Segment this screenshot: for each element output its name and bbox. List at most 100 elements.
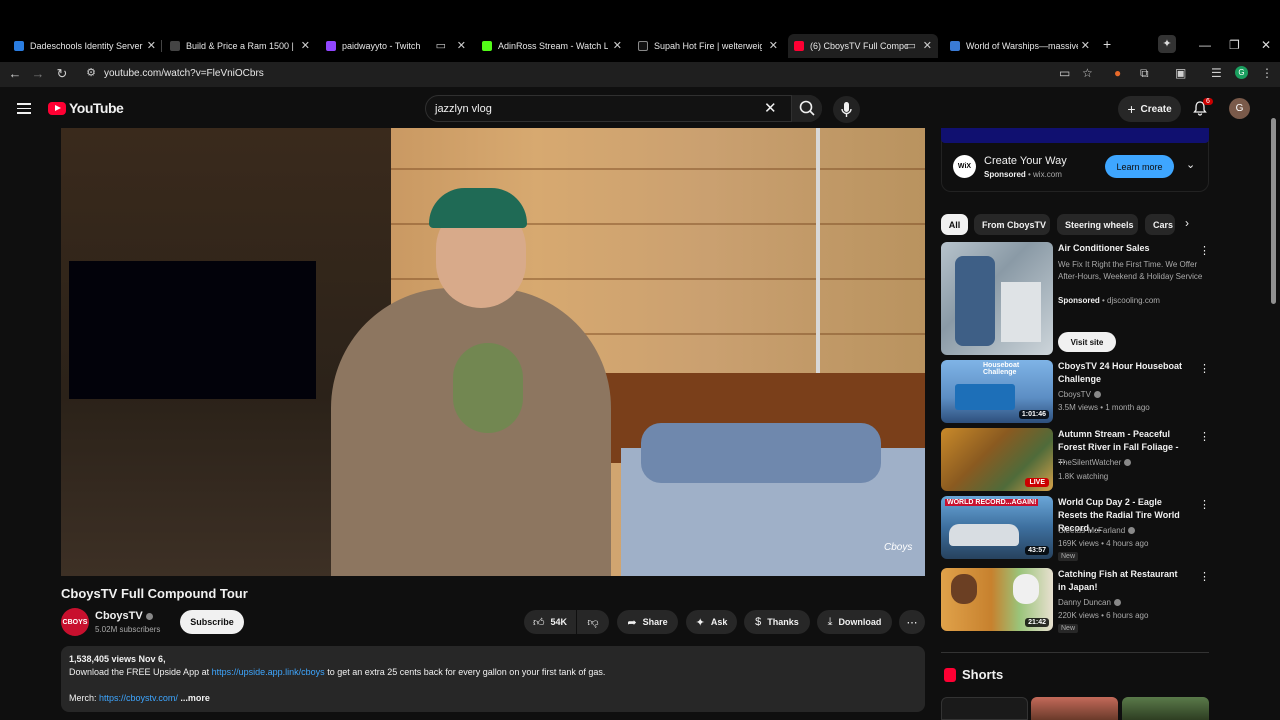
browser-tab[interactable]: Dadeschools Identity Server ✕	[14, 36, 162, 56]
chevron-down-icon[interactable]: ⌄	[1186, 158, 1195, 171]
browser-tab[interactable]: Build & Price a Ram 1500 | Ra ✕	[170, 36, 310, 56]
browser-menu-icon[interactable]: ⋮	[1261, 66, 1273, 80]
rec-channel: Cleetus McFarland	[1058, 526, 1136, 535]
description-text: Download the FREE Upside App at	[69, 667, 210, 677]
reload-icon[interactable]: ↻	[54, 66, 70, 82]
chevron-right-icon[interactable]: ›	[1185, 216, 1189, 230]
chip-from-channel[interactable]: From CboysTV	[974, 214, 1050, 235]
description-box[interactable]: 1,538,405 views Nov 6, Download the FREE…	[61, 646, 925, 712]
thumbs-up-icon: 👍︎	[532, 616, 545, 629]
forward-icon[interactable]: →	[30, 66, 46, 81]
ad-title[interactable]: Create Your Way	[984, 155, 1067, 167]
new-badge: New	[1058, 552, 1079, 561]
show-more-link[interactable]: ...more	[180, 693, 210, 703]
tab-title: World of Warships—massive n	[966, 41, 1078, 51]
upside-link[interactable]: https://upside.app.link/cboys	[212, 667, 325, 677]
close-tab-icon[interactable]: ✕	[301, 39, 310, 52]
more-options-icon[interactable]: ⋮	[1199, 362, 1210, 375]
channel-name-text: CboysTV	[95, 610, 143, 622]
browser-tab[interactable]: paidwayyto - Twitch ▭ ✕	[326, 36, 466, 56]
close-tab-icon[interactable]: ✕	[457, 39, 466, 52]
live-badge: LIVE	[1025, 478, 1049, 487]
video-thumbnail[interactable]: Houseboat Challenge 1:01:46	[941, 360, 1053, 423]
close-tab-icon[interactable]: ✕	[1081, 39, 1090, 52]
channel-name[interactable]: CboysTV	[95, 610, 153, 622]
dislike-button[interactable]: 👎︎	[577, 610, 609, 634]
profile-avatar[interactable]: G	[1235, 66, 1248, 79]
rec-title[interactable]: CboysTV 24 Hour Houseboat Challenge	[1058, 360, 1186, 386]
search-box[interactable]: jazzlyn vlog ✕	[425, 95, 822, 122]
visit-site-button[interactable]: Visit site	[1058, 332, 1116, 352]
youtube-logo[interactable]: YouTube	[48, 100, 124, 116]
extension-icon[interactable]: ●	[1114, 66, 1121, 80]
short-thumbnail[interactable]	[941, 697, 1028, 720]
description-text: to get an extra 25 cents back for every …	[327, 667, 606, 677]
close-tab-icon[interactable]: ✕	[147, 39, 156, 52]
split-view-icon[interactable]: ▣	[1175, 66, 1186, 80]
account-avatar[interactable]: G	[1229, 98, 1250, 119]
clear-search-icon[interactable]: ✕	[764, 99, 777, 117]
chip-cars[interactable]: Cars	[1145, 214, 1175, 235]
search-button[interactable]	[791, 95, 822, 122]
video-player[interactable]: Cboys	[61, 128, 925, 576]
gemini-icon[interactable]: ✦	[1158, 35, 1176, 53]
browser-tab[interactable]: Supah Hot Fire | welterweight ✕	[638, 36, 778, 56]
voice-search-button[interactable]	[833, 96, 860, 123]
rec-title[interactable]: Catching Fish at Restaurant in Japan!	[1058, 568, 1186, 594]
ad-domain: wix.com	[1033, 170, 1062, 179]
rec-title[interactable]: Air Conditioner Sales	[1058, 242, 1186, 255]
more-actions-button[interactable]: ⋯	[899, 610, 925, 634]
more-options-icon[interactable]: ⋮	[1199, 244, 1210, 257]
cast-icon[interactable]: ▭	[1059, 66, 1070, 80]
create-button[interactable]: + Create	[1118, 96, 1181, 122]
back-icon[interactable]: ←	[7, 66, 23, 81]
video-thumbnail[interactable]: LIVE	[941, 428, 1053, 491]
rec-ad-description: We Fix It Right the First Time. We Offer…	[1058, 260, 1203, 281]
rec-channel-name[interactable]: CboysTV	[1058, 390, 1091, 399]
browser-tab[interactable]: World of Warships—massive n ✕	[950, 36, 1090, 56]
rec-channel-name[interactable]: Cleetus McFarland	[1058, 526, 1125, 535]
thumbnail-text: Houseboat Challenge	[983, 362, 1020, 376]
restore-icon[interactable]: ❐	[1229, 38, 1240, 52]
tab-favicon-icon	[950, 41, 960, 51]
rec-channel-name[interactable]: TheSilentWatcher	[1058, 458, 1121, 467]
channel-avatar[interactable]: CBOYS	[61, 608, 89, 636]
share-button[interactable]: ➦ Share	[617, 610, 678, 634]
close-window-icon[interactable]: ✕	[1261, 38, 1271, 52]
browser-tab[interactable]: AdinRoss Stream - Watch Live ✕	[482, 36, 622, 56]
download-button[interactable]: ⤓ Download	[817, 610, 892, 634]
search-input[interactable]: jazzlyn vlog	[435, 103, 492, 115]
merch-link[interactable]: https://cboystv.com/	[99, 693, 178, 703]
chip-all[interactable]: All	[941, 214, 968, 235]
rec-meta: 1.8K watching	[1058, 472, 1109, 481]
reading-list-icon[interactable]: ☰	[1211, 66, 1222, 80]
video-thumbnail[interactable]: 21:42	[941, 568, 1053, 631]
extensions-puzzle-icon[interactable]: ⧉	[1140, 66, 1149, 81]
close-tab-icon[interactable]: ✕	[613, 39, 622, 52]
short-thumbnail[interactable]	[1031, 697, 1118, 720]
new-tab-button[interactable]: +	[1103, 36, 1111, 52]
more-options-icon[interactable]: ⋮	[1199, 430, 1210, 443]
learn-more-button[interactable]: Learn more	[1105, 155, 1174, 178]
close-tab-icon[interactable]: ✕	[923, 39, 932, 52]
bookmark-star-icon[interactable]: ☆	[1082, 66, 1093, 80]
subscribe-button[interactable]: Subscribe	[180, 610, 244, 634]
menu-icon[interactable]	[17, 103, 31, 114]
ask-button[interactable]: ✦ Ask	[686, 610, 737, 634]
video-thumbnail[interactable]: WORLD RECORD...AGAIN! 43:57	[941, 496, 1053, 559]
short-thumbnail[interactable]	[1122, 697, 1209, 720]
ad-thumbnail[interactable]	[941, 242, 1053, 355]
more-options-icon[interactable]: ⋮	[1199, 570, 1210, 583]
advertiser-logo: WiX	[953, 155, 976, 178]
chip-steering-wheels[interactable]: Steering wheels	[1057, 214, 1138, 235]
browser-tab-active[interactable]: (6) CboysTV Full Compoun ▭ ✕	[788, 34, 938, 58]
site-info-icon[interactable]: ⚙	[83, 66, 99, 79]
rec-channel-name[interactable]: Danny Duncan	[1058, 598, 1111, 607]
minimize-icon[interactable]: —	[1199, 38, 1211, 52]
more-options-icon[interactable]: ⋮	[1199, 498, 1210, 511]
url-field[interactable]: youtube.com/watch?v=FleVniOCbrs	[104, 68, 264, 79]
thanks-button[interactable]: $ Thanks	[744, 610, 810, 634]
close-tab-icon[interactable]: ✕	[769, 39, 778, 52]
like-button[interactable]: 👍︎ 54K	[524, 610, 576, 634]
page-scrollbar[interactable]	[1271, 118, 1276, 304]
